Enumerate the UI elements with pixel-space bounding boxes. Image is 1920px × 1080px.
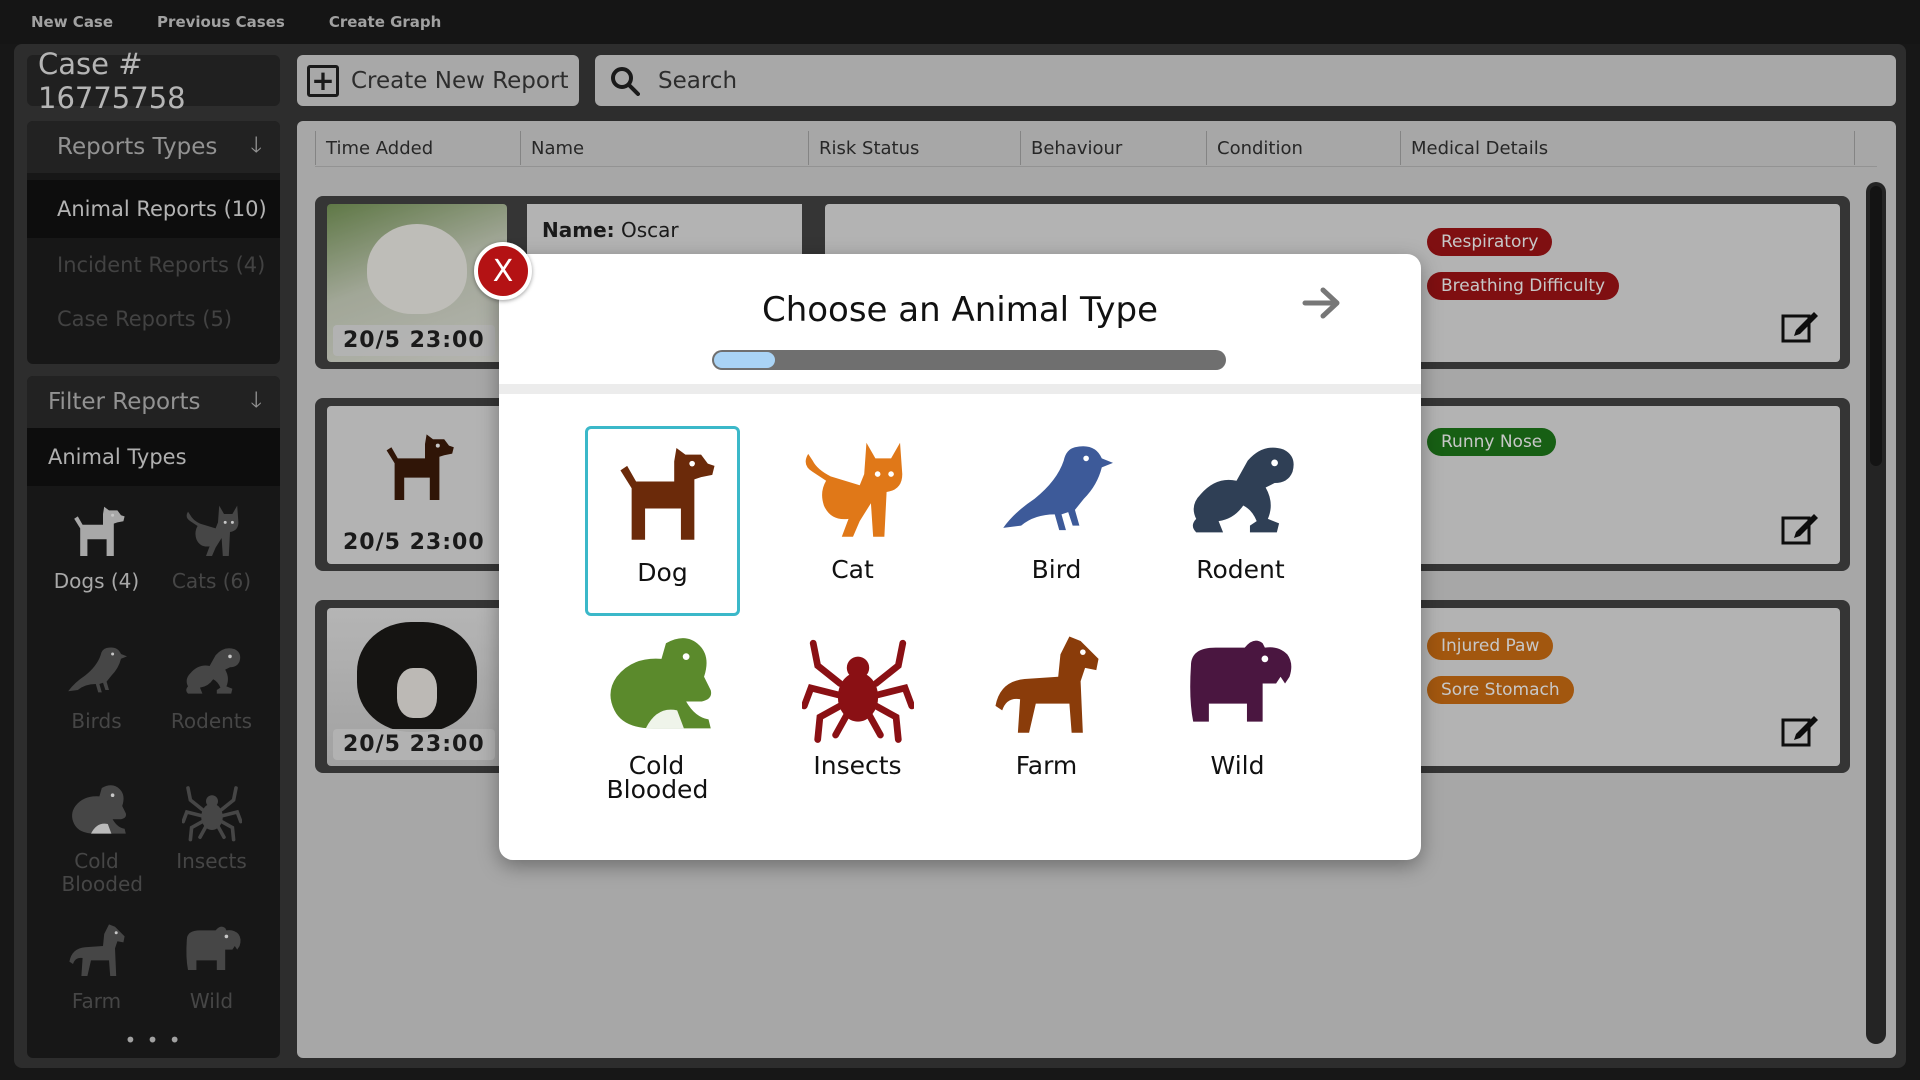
choice-label: Insects xyxy=(813,751,902,780)
choice-insects[interactable]: Insects xyxy=(780,622,935,812)
modal-title: Choose an Animal Type xyxy=(761,290,1159,330)
cat-icon xyxy=(797,436,909,548)
progress-bar xyxy=(712,350,1226,370)
bird-icon xyxy=(1001,436,1113,548)
choice-dog[interactable]: Dog xyxy=(585,426,740,616)
choice-bird[interactable]: Bird xyxy=(979,426,1134,616)
choice-wild[interactable]: Wild xyxy=(1160,622,1315,812)
choice-farm[interactable]: Farm xyxy=(969,622,1124,812)
choice-label: Dog xyxy=(637,558,688,587)
choice-cold-blooded[interactable]: Cold Blooded xyxy=(579,622,734,812)
dog-icon xyxy=(607,439,719,551)
spider-icon xyxy=(802,632,914,744)
choice-label: Cold Blooded xyxy=(606,751,709,804)
choice-cat[interactable]: Cat xyxy=(775,426,930,616)
arrow-right-icon[interactable] xyxy=(1299,280,1345,326)
choose-animal-modal: Choose an Animal Type Dog Cat Bird Roden… xyxy=(499,254,1421,860)
close-button[interactable]: X xyxy=(474,242,532,300)
hippo-icon xyxy=(1182,632,1294,744)
rodent-icon xyxy=(1185,436,1297,548)
choice-rodent[interactable]: Rodent xyxy=(1163,426,1318,616)
choice-label: Rodent xyxy=(1196,555,1285,584)
choice-label: Wild xyxy=(1210,751,1265,780)
modal-header: Choose an Animal Type xyxy=(499,254,1421,394)
progress-fill xyxy=(714,352,775,368)
choice-label: Farm xyxy=(1015,751,1078,780)
choice-label: Bird xyxy=(1031,555,1082,584)
horse-icon xyxy=(991,632,1103,744)
frog-icon xyxy=(601,632,713,744)
choice-label: Cat xyxy=(831,555,874,584)
